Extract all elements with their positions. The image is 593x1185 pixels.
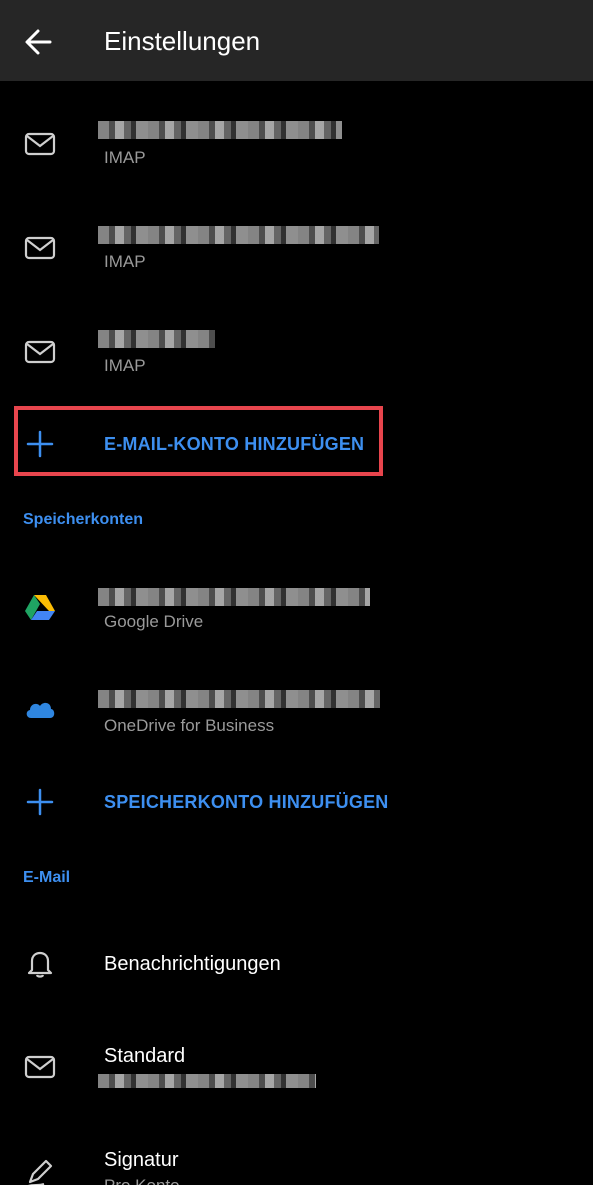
- default-account-setting[interactable]: Standard: [0, 1018, 593, 1118]
- account-type: OneDrive for Business: [104, 716, 275, 735]
- highlight-box: [14, 406, 383, 476]
- account-type: IMAP: [104, 148, 146, 167]
- section-header-storage: Speicherkonten: [23, 511, 144, 528]
- account-type: IMAP: [104, 356, 146, 375]
- add-storage-account-button[interactable]: SPEICHERKONTO HINZUFÜGEN: [0, 770, 593, 834]
- bell-icon: [27, 951, 53, 978]
- setting-sublabel: Pro Konto: [104, 1176, 180, 1185]
- redacted-account-name: [98, 121, 342, 139]
- mail-icon: [24, 1055, 56, 1079]
- setting-label: Signatur: [104, 1149, 179, 1171]
- plus-icon: [26, 788, 54, 816]
- mail-account-row[interactable]: IMAP: [0, 204, 593, 304]
- redacted-account-name: [98, 588, 370, 606]
- signature-setting[interactable]: Signatur Pro Konto: [0, 1120, 593, 1185]
- mail-icon: [24, 132, 56, 156]
- mail-account-row[interactable]: IMAP: [0, 308, 593, 408]
- account-type: IMAP: [104, 252, 146, 271]
- redacted-account-name: [98, 226, 379, 244]
- account-type: Google Drive: [104, 612, 204, 631]
- setting-label: Standard: [104, 1045, 186, 1067]
- page-title: Einstellungen: [104, 26, 261, 56]
- mail-icon: [24, 340, 56, 364]
- app-bar: Einstellungen: [0, 0, 593, 81]
- redacted-account-name: [98, 690, 380, 708]
- redacted-account-name: [98, 1074, 316, 1088]
- arrow-left-icon: [25, 29, 52, 55]
- mail-icon: [24, 236, 56, 260]
- section-header-email: E-Mail: [23, 869, 71, 886]
- signature-pen-icon: [27, 1159, 53, 1185]
- mail-account-row[interactable]: IMAP: [0, 100, 593, 200]
- notifications-setting[interactable]: Benachrichtigungen: [0, 915, 593, 1015]
- storage-account-row[interactable]: OneDrive for Business: [0, 660, 593, 760]
- back-button[interactable]: [18, 22, 62, 62]
- google-drive-icon: [25, 595, 55, 620]
- redacted-account-name: [98, 330, 215, 348]
- onedrive-icon: [26, 702, 55, 718]
- add-storage-account-label: SPEICHERKONTO HINZUFÜGEN: [104, 792, 389, 812]
- setting-label: Benachrichtigungen: [104, 953, 281, 975]
- storage-account-row[interactable]: Google Drive: [0, 556, 593, 656]
